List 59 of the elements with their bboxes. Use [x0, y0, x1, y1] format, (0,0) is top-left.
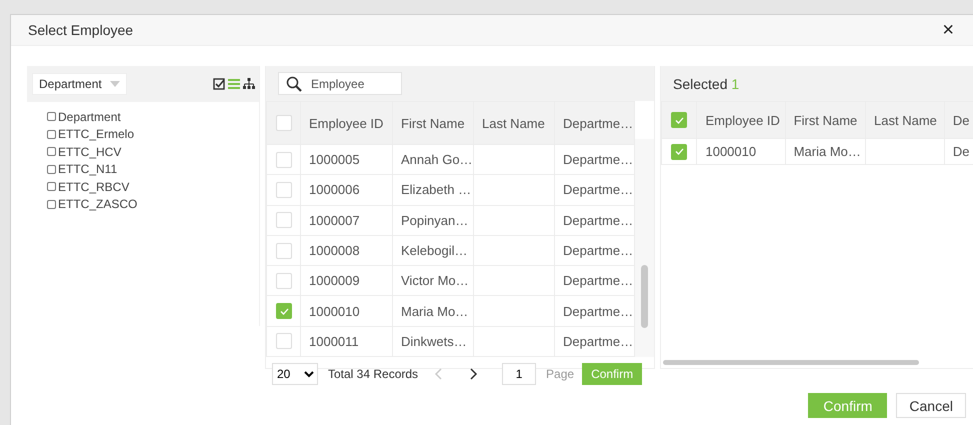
cancel-button[interactable]: Cancel	[896, 393, 966, 418]
hierarchy-icon[interactable]	[243, 78, 255, 90]
checkbox[interactable]	[276, 303, 292, 320]
checkbox[interactable]	[47, 200, 56, 209]
checkbox[interactable]	[671, 144, 687, 160]
table-cell: Maria Mo…	[392, 296, 474, 326]
page-input[interactable]: 1	[502, 363, 536, 385]
checkbox[interactable]	[47, 147, 56, 156]
checkbox-icon[interactable]	[213, 78, 225, 90]
table-cell: 1000011	[300, 326, 392, 356]
scrollbar[interactable]	[663, 360, 919, 365]
table-cell: 1000007	[300, 205, 392, 236]
close-button[interactable]: ×	[942, 20, 954, 40]
table-cell: 1000009	[300, 266, 392, 296]
checkbox[interactable]	[47, 112, 56, 122]
table-cell: Kelebogil…	[392, 235, 474, 266]
column-header[interactable]: First Name	[392, 102, 474, 145]
record-count: Total 34 Records	[328, 367, 418, 381]
checkbox[interactable]	[47, 130, 56, 139]
table-cell: Victor Mo…	[392, 266, 474, 296]
table-cell: Maria Mo…	[785, 138, 866, 164]
page-size-select[interactable]: 20	[272, 363, 318, 385]
checkbox[interactable]	[47, 182, 56, 192]
column-header[interactable]: Last Name	[866, 102, 944, 138]
column-header[interactable]: Employee ID	[696, 102, 786, 138]
checkbox[interactable]	[671, 112, 687, 128]
window-title: Select Employee	[28, 22, 134, 38]
page-label: Page	[546, 367, 574, 381]
checkmark-icon	[674, 116, 684, 124]
table-cell: Elizabeth …	[392, 174, 474, 206]
column-header[interactable]: Last Name	[474, 102, 554, 145]
tree-item[interactable]: ETTC_N11	[58, 162, 118, 176]
table-cell: Dinkwets…	[392, 326, 474, 356]
table-cell: 1000006	[300, 174, 392, 206]
next-page-icon[interactable]	[470, 368, 478, 380]
tree-item[interactable]: ETTC_HCV	[58, 144, 122, 159]
tree-item[interactable]: Department	[58, 110, 121, 124]
tree-item[interactable]: ETTC_RBCV	[58, 180, 130, 194]
table-cell: 1000010	[696, 138, 786, 164]
table-cell: Popinyan…	[392, 205, 474, 236]
table-cell: 1000010	[300, 296, 392, 326]
tree-item[interactable]: ETTC_Ermelo	[58, 127, 134, 142]
search-field[interactable]: Employee	[278, 72, 402, 95]
column-header[interactable]: Departme…	[554, 102, 634, 145]
table-cell: 1000005	[300, 144, 392, 175]
department-dropdown[interactable]: Department	[32, 73, 127, 95]
table-cell: 1000008	[300, 235, 392, 266]
checkmark-icon	[280, 308, 288, 315]
previous-page-icon[interactable]	[434, 368, 442, 380]
scrollbar[interactable]	[635, 139, 654, 357]
selected-count: Selected 1	[673, 76, 740, 92]
column-header[interactable]: De	[944, 102, 973, 138]
tree-item[interactable]: ETTC_ZASCO	[58, 197, 138, 212]
checkmark-icon	[674, 148, 684, 155]
table-cell: Annah Go…	[392, 144, 474, 175]
checkbox[interactable]	[47, 164, 56, 174]
column-header[interactable]: First Name	[785, 102, 866, 138]
caret-icon	[110, 81, 120, 87]
column-header[interactable]: Employee ID	[300, 102, 392, 145]
